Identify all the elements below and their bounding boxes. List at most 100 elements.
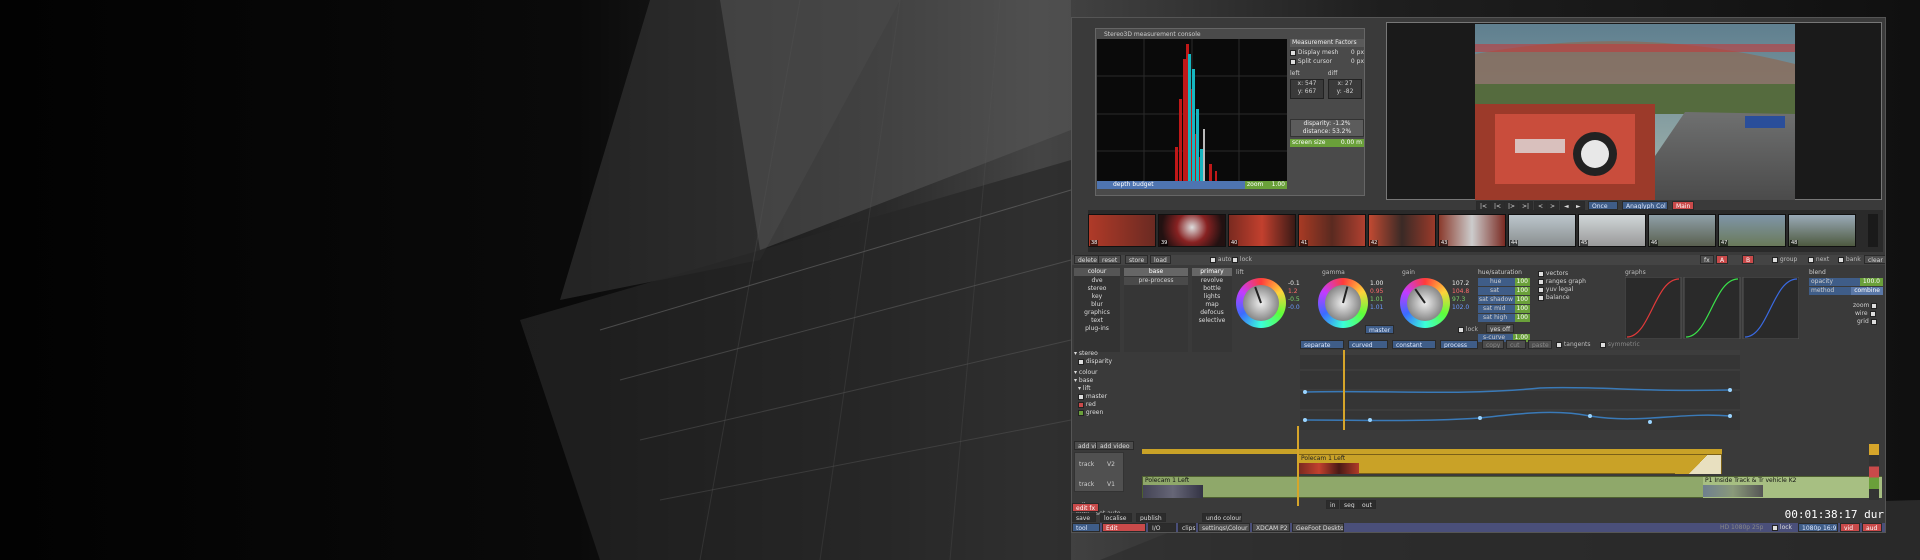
filmstrip-frame[interactable]: 44 bbox=[1508, 214, 1576, 247]
group-toggle[interactable]: group bbox=[1772, 256, 1797, 263]
wire-option[interactable]: wire bbox=[1855, 310, 1876, 318]
zoom-checkbox[interactable] bbox=[1871, 302, 1878, 309]
filmstrip-frame[interactable]: 41 bbox=[1298, 214, 1366, 247]
constant-tab[interactable]: constant bbox=[1392, 340, 1436, 349]
in-button[interactable]: in bbox=[1326, 500, 1340, 509]
auto-toggle[interactable]: auto bbox=[1210, 256, 1231, 263]
sat-mid-row[interactable]: sat mid 100 bbox=[1478, 305, 1530, 313]
next-checkbox[interactable] bbox=[1808, 256, 1814, 263]
lock-toggle[interactable]: lock bbox=[1232, 256, 1252, 263]
fx-button[interactable]: fx bbox=[1700, 255, 1714, 264]
tree-green[interactable]: green bbox=[1078, 409, 1103, 417]
yuv-legal-option[interactable]: yuv legal bbox=[1538, 286, 1598, 294]
tree-disparity[interactable]: disparity bbox=[1078, 358, 1112, 366]
save-button[interactable]: save bbox=[1072, 513, 1096, 522]
v2-clip[interactable]: Polecam 1 Left bbox=[1298, 454, 1722, 474]
vectors-option[interactable]: vectors bbox=[1538, 270, 1598, 278]
aspect-select[interactable]: 1080p 16:9 bbox=[1798, 523, 1838, 532]
auto-checkbox[interactable] bbox=[1210, 256, 1216, 263]
display-mesh-row[interactable]: Display mesh 0 px bbox=[1290, 49, 1364, 57]
primary-item[interactable]: defocus bbox=[1192, 309, 1232, 317]
layer-item[interactable]: plug-ins bbox=[1074, 325, 1120, 333]
v1-clip-row[interactable]: Polecam 1 Left P1 Inside Track & Tr vehi… bbox=[1142, 476, 1882, 498]
layer-item[interactable]: graphics bbox=[1074, 309, 1120, 317]
delete-button[interactable]: delete bbox=[1074, 255, 1101, 264]
a-button[interactable]: A bbox=[1716, 255, 1729, 264]
sat-shadow-row[interactable]: sat shadow 100 bbox=[1478, 296, 1530, 304]
symmetric-option[interactable]: symmetric bbox=[1600, 341, 1640, 348]
layer-item[interactable]: text bbox=[1074, 317, 1120, 325]
main-output-button[interactable]: Main bbox=[1672, 201, 1694, 210]
gain-wheel[interactable] bbox=[1400, 278, 1450, 328]
bank-checkbox[interactable] bbox=[1838, 256, 1844, 263]
tangents-checkbox[interactable] bbox=[1556, 341, 1562, 348]
yuv-legal-checkbox[interactable] bbox=[1538, 286, 1544, 293]
filmstrip-frame[interactable]: 39 bbox=[1158, 214, 1226, 247]
curved-tab[interactable]: curved bbox=[1348, 340, 1388, 349]
filmstrip-frame[interactable]: 42 bbox=[1368, 214, 1436, 247]
split-cursor-checkbox[interactable] bbox=[1290, 58, 1296, 65]
tree-red[interactable]: red bbox=[1078, 401, 1096, 409]
next-key-button[interactable]: |> bbox=[1504, 201, 1520, 210]
edit-tab[interactable]: Edit bbox=[1102, 523, 1146, 532]
step-forward-button[interactable]: > bbox=[1546, 201, 1560, 210]
desktop-label[interactable]: GeeFoot Desktop bbox=[1292, 523, 1344, 532]
tree-stereo[interactable]: ▾ stereo bbox=[1074, 350, 1098, 358]
filmstrip-frame[interactable]: 40 bbox=[1228, 214, 1296, 247]
go-end-button[interactable]: >| bbox=[1518, 201, 1534, 210]
filmstrip-scrollbar[interactable] bbox=[1868, 214, 1878, 247]
wire-checkbox[interactable] bbox=[1869, 310, 1876, 317]
primary-item[interactable]: map bbox=[1192, 301, 1232, 309]
wheel-lock-toggle[interactable]: lock bbox=[1458, 326, 1478, 333]
b-button[interactable]: B bbox=[1742, 255, 1755, 264]
layer-item[interactable]: stereo bbox=[1074, 285, 1120, 293]
cut-button[interactable]: cut bbox=[1506, 340, 1526, 349]
sat-row[interactable]: sat 100 bbox=[1478, 287, 1530, 295]
project-path[interactable]: settings\Colour bbox=[1198, 523, 1250, 532]
out-button[interactable]: out bbox=[1358, 500, 1376, 509]
split-cursor-row[interactable]: Split cursor 0 px bbox=[1290, 58, 1364, 66]
layer-item[interactable]: dve bbox=[1074, 277, 1120, 285]
tangents-option[interactable]: tangents bbox=[1556, 341, 1591, 348]
green-checkbox[interactable] bbox=[1078, 409, 1084, 416]
pre-process-item[interactable]: pre-process bbox=[1124, 277, 1188, 285]
format-label[interactable]: XDCAM P2 bbox=[1252, 523, 1290, 532]
master-select[interactable]: master bbox=[1365, 325, 1395, 334]
process-tab[interactable]: process bbox=[1440, 340, 1478, 349]
tree-base[interactable]: ▾ base bbox=[1074, 377, 1093, 385]
layer-item[interactable]: key bbox=[1074, 293, 1120, 301]
v1-label[interactable]: V1 bbox=[1107, 481, 1115, 489]
stereo-mode-select[interactable]: Anaglyph Col bbox=[1622, 201, 1668, 210]
tool-tab[interactable]: tool bbox=[1072, 523, 1100, 532]
opacity-field[interactable]: opacity 100.0 bbox=[1809, 278, 1883, 286]
master-checkbox[interactable] bbox=[1078, 393, 1084, 400]
play-reverse-button[interactable]: ◄ bbox=[1560, 201, 1573, 210]
red-checkbox[interactable] bbox=[1078, 401, 1084, 408]
filmstrip-frame[interactable]: 48 bbox=[1788, 214, 1856, 247]
status-lock[interactable]: lock bbox=[1772, 524, 1792, 532]
balance-option[interactable]: balance bbox=[1538, 294, 1598, 302]
zoom-field[interactable]: zoom 1.00 bbox=[1245, 181, 1287, 189]
bank-toggle[interactable]: bank bbox=[1838, 256, 1861, 263]
clear-button[interactable]: clear bbox=[1864, 255, 1885, 264]
v2-label[interactable]: V2 bbox=[1107, 461, 1115, 469]
layer-item[interactable]: blur bbox=[1074, 301, 1120, 309]
curve-graphs[interactable] bbox=[1625, 277, 1799, 339]
method-field[interactable]: method combine bbox=[1809, 287, 1883, 295]
depth-budget-bar[interactable]: depth budget zoom 1.00 bbox=[1097, 181, 1287, 189]
localise-button[interactable]: localise bbox=[1100, 513, 1132, 522]
audio-output-button[interactable]: aud bbox=[1862, 523, 1882, 532]
sat-high-row[interactable]: sat high 100 bbox=[1478, 314, 1530, 322]
grid-option[interactable]: grid bbox=[1857, 318, 1877, 326]
reset-button[interactable]: reset bbox=[1098, 255, 1122, 264]
base-title[interactable]: base bbox=[1124, 268, 1188, 276]
screen-size-field[interactable]: screen size 0.00 m bbox=[1290, 139, 1364, 147]
load-button[interactable]: load bbox=[1150, 255, 1171, 264]
status-lock-checkbox[interactable] bbox=[1772, 524, 1778, 531]
primary-item[interactable]: revolve bbox=[1192, 277, 1232, 285]
play-button[interactable]: ► bbox=[1572, 201, 1585, 210]
yes-off-toggle[interactable]: yes off bbox=[1486, 324, 1515, 333]
tree-colour[interactable]: ▾ colour bbox=[1074, 369, 1098, 377]
wheel-lock-checkbox[interactable] bbox=[1458, 326, 1464, 333]
display-mesh-checkbox[interactable] bbox=[1290, 49, 1296, 56]
